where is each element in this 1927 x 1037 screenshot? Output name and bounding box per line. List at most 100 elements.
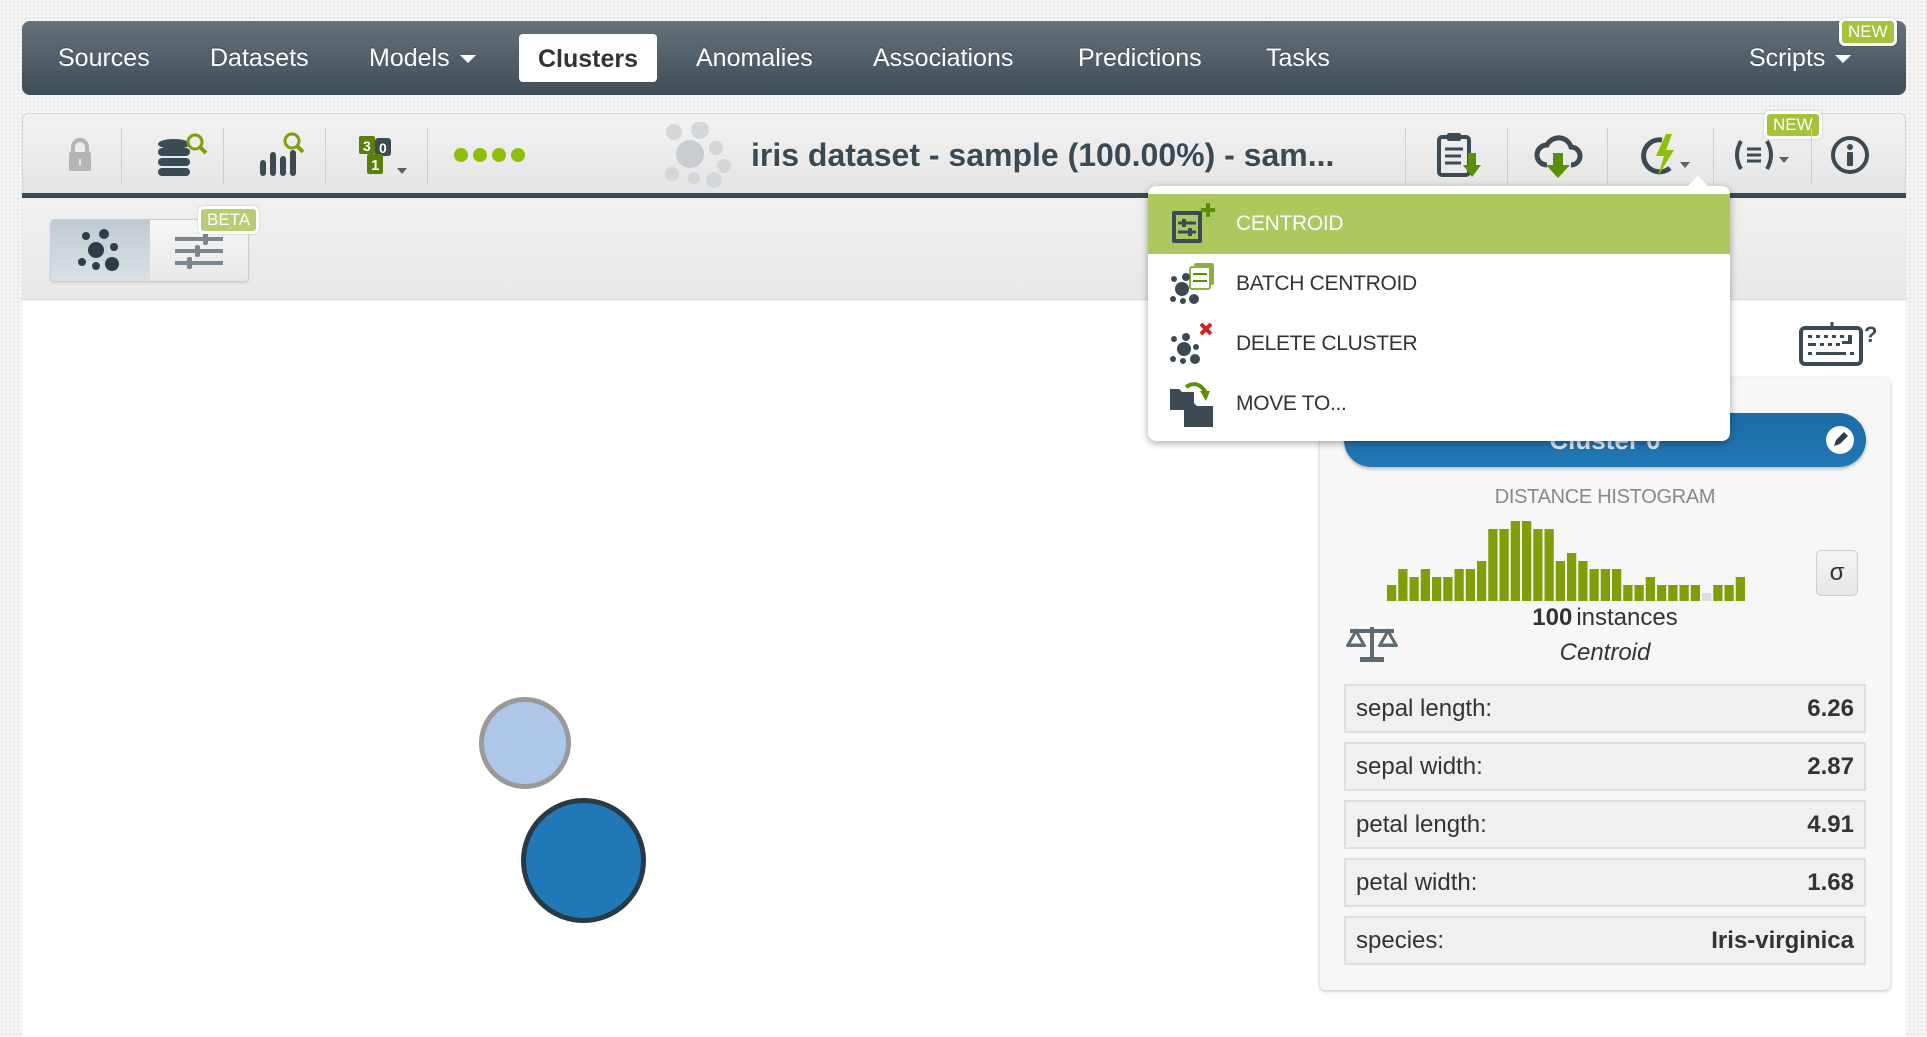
histogram-bar[interactable] bbox=[1668, 585, 1678, 601]
edit-cluster-name-button[interactable] bbox=[1826, 426, 1854, 454]
histogram-bar[interactable] bbox=[1713, 585, 1723, 601]
lock-button[interactable] bbox=[45, 114, 115, 196]
chevron-down-icon bbox=[459, 55, 476, 64]
nav-models[interactable]: Models bbox=[369, 21, 476, 95]
chevron-down-icon bbox=[1835, 55, 1852, 64]
histogram-bar[interactable] bbox=[1465, 569, 1475, 601]
resource-title: iris dataset - sample (100.00%) - sam... bbox=[751, 137, 1335, 173]
nav-datasets[interactable]: Datasets bbox=[210, 21, 309, 95]
histogram-bar[interactable] bbox=[1533, 529, 1543, 601]
view-histogram-button[interactable] bbox=[241, 114, 321, 196]
histogram-bar[interactable] bbox=[1488, 529, 1498, 601]
histogram-bar[interactable] bbox=[1555, 561, 1565, 601]
histogram-bar[interactable] bbox=[1387, 585, 1397, 601]
cloud-download-icon bbox=[1534, 135, 1583, 178]
menu-item-centroid[interactable]: CENTROID bbox=[1148, 194, 1730, 254]
nav-tasks[interactable]: Tasks bbox=[1266, 21, 1330, 95]
histogram-bar[interactable] bbox=[1589, 569, 1599, 601]
cluster-node-selected[interactable] bbox=[521, 798, 646, 923]
histogram-bar[interactable] bbox=[1690, 585, 1700, 601]
histogram-bar[interactable] bbox=[1578, 561, 1588, 601]
cluster-detail-panel: Cluster 0 DISTANCE HISTOGRAM σ 100instan… bbox=[1320, 378, 1890, 990]
actions-dropdown-menu: CENTROID BATCH CENTROID DELETE CLUSTER M… bbox=[1148, 176, 1730, 441]
histogram-bar[interactable] bbox=[1735, 577, 1745, 601]
nav-predictions-label: Predictions bbox=[1078, 44, 1202, 72]
attribute-value: 1.68 bbox=[1807, 868, 1854, 896]
toolbar-divider bbox=[1811, 128, 1812, 184]
sort-dropdown-button[interactable]: 301 bbox=[341, 114, 425, 196]
menu-item-move-to[interactable]: MOVE TO... bbox=[1148, 374, 1730, 434]
nav-scripts[interactable]: Scripts bbox=[1749, 21, 1852, 95]
delete-cluster-icon bbox=[1164, 319, 1222, 369]
keyboard-shortcuts-button[interactable]: ? bbox=[1798, 320, 1882, 373]
nav-associations[interactable]: Associations bbox=[873, 21, 1013, 95]
histogram-bar[interactable] bbox=[1679, 585, 1689, 601]
histogram-search-icon bbox=[260, 132, 305, 176]
nav-anomalies-label: Anomalies bbox=[696, 44, 813, 72]
histogram-bar[interactable] bbox=[1612, 569, 1622, 601]
nav-clusters[interactable]: Clusters bbox=[519, 34, 658, 82]
attribute-value: 6.26 bbox=[1807, 694, 1854, 722]
histogram-bar[interactable] bbox=[1398, 569, 1408, 601]
attribute-row: petal width: 1.68 bbox=[1344, 858, 1866, 907]
download-pmml-button[interactable] bbox=[1415, 114, 1503, 196]
histogram-bar[interactable] bbox=[1477, 561, 1487, 601]
attribute-row: sepal length: 6.26 bbox=[1344, 684, 1866, 733]
histogram-bar[interactable] bbox=[1409, 577, 1419, 601]
nav-tasks-label: Tasks bbox=[1266, 44, 1330, 72]
histogram-bar[interactable] bbox=[1600, 569, 1610, 601]
distance-histogram bbox=[1387, 521, 1745, 601]
status-dots bbox=[441, 114, 541, 196]
menu-item-delete-cluster[interactable]: DELETE CLUSTER bbox=[1148, 314, 1730, 374]
pencil-icon bbox=[1834, 432, 1848, 446]
cloud-download-button[interactable] bbox=[1513, 114, 1603, 196]
code-icon bbox=[1735, 140, 1789, 170]
move-folder-icon bbox=[1164, 379, 1222, 429]
histogram-bar[interactable] bbox=[1443, 577, 1453, 601]
attribute-value: 2.87 bbox=[1807, 752, 1854, 780]
histogram-bar[interactable] bbox=[1634, 585, 1644, 601]
view-dataset-button[interactable] bbox=[141, 114, 221, 196]
histogram-bar[interactable] bbox=[1567, 553, 1577, 601]
histogram-bar[interactable] bbox=[1420, 569, 1430, 601]
clipboard-download-icon bbox=[1437, 133, 1481, 177]
histogram-bar[interactable] bbox=[1645, 577, 1655, 601]
keyboard-help-icon: ? bbox=[1799, 322, 1877, 366]
attribute-name: petal length: bbox=[1356, 810, 1487, 838]
cluster-node-light[interactable] bbox=[479, 697, 571, 789]
nav-anomalies[interactable]: Anomalies bbox=[696, 21, 813, 95]
histogram-bar[interactable] bbox=[1623, 585, 1633, 601]
histogram-bar[interactable] bbox=[1702, 593, 1712, 601]
scripts-new-badge: NEW bbox=[1839, 18, 1897, 46]
histogram-bar[interactable] bbox=[1657, 585, 1667, 601]
histogram-title: DISTANCE HISTOGRAM bbox=[1494, 486, 1716, 508]
nav-sources[interactable]: Sources bbox=[58, 21, 150, 95]
status-dots-icon bbox=[454, 148, 525, 162]
toolbar-divider bbox=[325, 128, 326, 184]
sort-icon: 3 01 bbox=[359, 136, 407, 174]
attribute-row: petal length: 4.91 bbox=[1344, 800, 1866, 849]
balance-scale-icon bbox=[1345, 627, 1399, 662]
info-button[interactable] bbox=[1817, 114, 1883, 196]
nav-predictions[interactable]: Predictions bbox=[1078, 21, 1202, 95]
histogram-bar[interactable] bbox=[1432, 577, 1442, 601]
histogram-bar[interactable] bbox=[1724, 585, 1734, 601]
compare-button[interactable] bbox=[1345, 623, 1399, 668]
attribute-value: 4.91 bbox=[1807, 810, 1854, 838]
sigma-toggle-button[interactable]: σ bbox=[1816, 550, 1858, 596]
histogram-bar[interactable] bbox=[1522, 521, 1532, 601]
menu-item-batch-centroid[interactable]: BATCH CENTROID bbox=[1148, 254, 1730, 314]
histogram-bar[interactable] bbox=[1510, 521, 1520, 601]
cluster-view-button[interactable] bbox=[51, 220, 150, 281]
resource-toolbar: 301 iris dataset - sample (100.00%) - sa… bbox=[22, 111, 1906, 197]
instances-count: 100 bbox=[1532, 604, 1573, 631]
cluster-dots-icon bbox=[78, 228, 120, 271]
histogram-bar[interactable] bbox=[1454, 569, 1464, 601]
histogram-bar[interactable] bbox=[1544, 529, 1554, 601]
attribute-row: species: Iris-virginica bbox=[1344, 916, 1866, 965]
attribute-row: sepal width: 2.87 bbox=[1344, 742, 1866, 791]
histogram-bar[interactable] bbox=[1499, 529, 1509, 601]
svg-text:?: ? bbox=[1864, 322, 1877, 347]
cluster-logo bbox=[653, 114, 743, 196]
attribute-name: sepal width: bbox=[1356, 752, 1483, 780]
